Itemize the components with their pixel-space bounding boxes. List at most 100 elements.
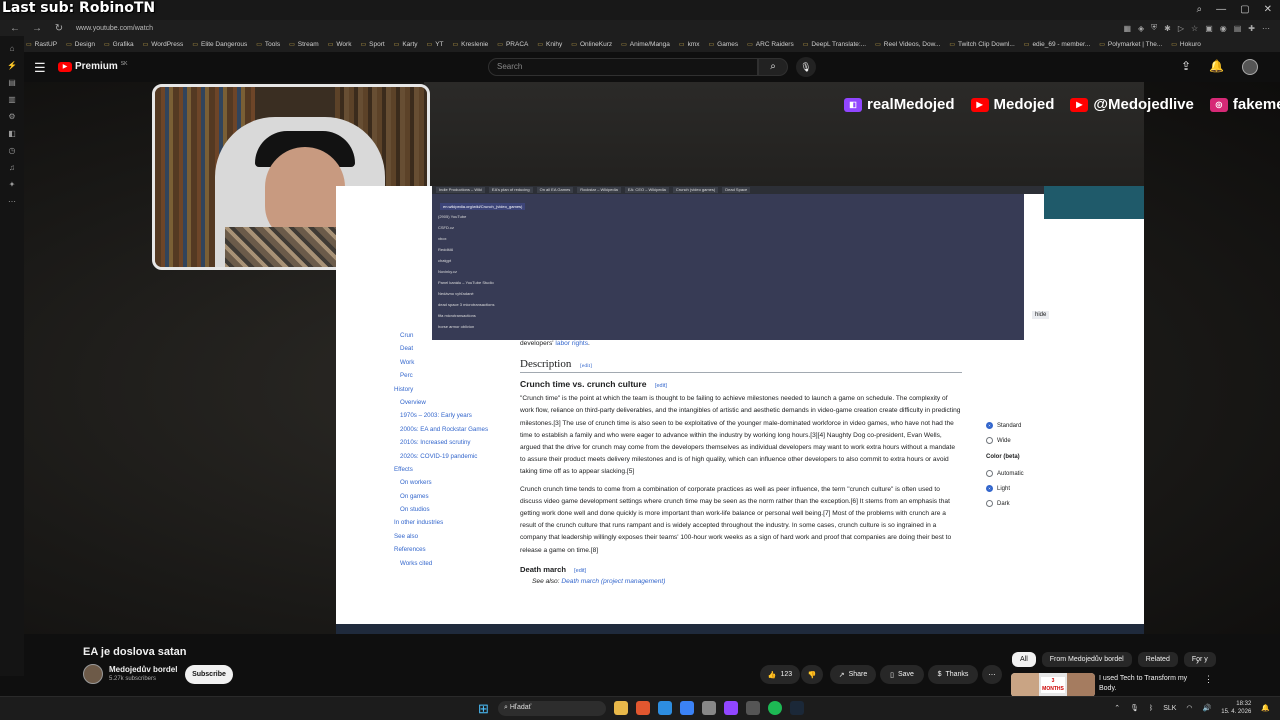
hamburger-menu-icon[interactable]: ☰ <box>34 60 46 76</box>
search-button[interactable]: ⌕ <box>758 58 788 76</box>
channel-avatar[interactable] <box>83 664 103 684</box>
toc-item[interactable]: 1970s – 2003: Early years <box>388 412 510 425</box>
shorts-icon[interactable]: ⚡ <box>0 61 24 70</box>
subscribe-button[interactable]: Subscribe <box>185 665 233 684</box>
extension-icon[interactable]: ✱ <box>1164 24 1171 33</box>
history-icon[interactable]: ◷ <box>0 146 24 155</box>
save-button[interactable]: ▯ Save <box>880 665 924 684</box>
width-standard-option[interactable]: Standard <box>986 418 1106 433</box>
toc-item[interactable]: Works cited <box>388 560 510 573</box>
recommended-menu-icon[interactable]: ⋮ <box>1204 674 1213 685</box>
bookmark-item[interactable]: Twitch Clip Downl... <box>949 41 1015 48</box>
toc-item[interactable]: References <box>388 546 510 559</box>
toc-item[interactable]: Deat <box>388 345 510 358</box>
app-icon[interactable] <box>680 701 694 715</box>
toc-item[interactable]: 2020s: COVID-19 pandemic <box>388 453 510 466</box>
clock[interactable]: 18:32 15. 4. 2026 <box>1221 700 1251 716</box>
toc-item[interactable]: Overview <box>388 399 510 412</box>
toc-item[interactable]: History <box>388 386 510 399</box>
thanks-button[interactable]: $ Thanks <box>928 665 978 684</box>
like-button[interactable]: 👍 123 <box>760 665 800 684</box>
mic-tray-icon[interactable]: 🎙 <box>1130 704 1139 712</box>
minimize-icon[interactable]: — <box>1216 4 1226 15</box>
extension-icon[interactable]: ▣ <box>1205 24 1213 33</box>
puzzle-icon[interactable]: ✚ <box>1248 24 1255 33</box>
filter-chip[interactable]: From Medojedův bordel <box>1041 652 1132 667</box>
color-light-option[interactable]: Light <box>986 481 1106 496</box>
bookmark-item[interactable]: Work <box>328 41 351 48</box>
more-icon[interactable]: ⋯ <box>0 197 24 206</box>
notifications-icon[interactable]: 🔔 <box>1209 59 1224 75</box>
bookmark-item[interactable]: Stream <box>289 41 319 48</box>
back-icon[interactable]: ← <box>8 23 22 34</box>
recommended-title[interactable]: I used Tech to Transform my Body. <box>1099 674 1194 694</box>
bookmark-item[interactable]: OnlineKurz <box>571 41 612 48</box>
edit-link[interactable]: [edit] <box>655 383 667 389</box>
search-tabs-icon[interactable]: ⌕ <box>1197 4 1203 15</box>
toc-item[interactable]: Effects <box>388 466 510 479</box>
steam-icon[interactable] <box>790 701 804 715</box>
twitch-app-icon[interactable] <box>724 701 738 715</box>
color-automatic-option[interactable]: Automatic <box>986 466 1106 481</box>
games-icon[interactable]: ✦ <box>0 180 24 189</box>
file-explorer-icon[interactable] <box>614 701 628 715</box>
labor-rights-link[interactable]: labor rights <box>555 340 588 347</box>
death-march-link[interactable]: Death march (project management) <box>561 578 665 585</box>
more-actions-button[interactable]: ⋯ <box>982 665 1002 684</box>
volume-icon[interactable]: 🔊 <box>1203 704 1212 712</box>
notification-bell-icon[interactable]: 🔔 <box>1261 704 1270 712</box>
forward-icon[interactable]: → <box>30 23 44 34</box>
toc-item[interactable]: 2000s: EA and Rockstar Games <box>388 426 510 439</box>
toc-item[interactable]: In other industries <box>388 519 510 532</box>
close-icon[interactable]: ✕ <box>1264 4 1272 15</box>
bookmark-item[interactable]: WordPress <box>143 41 183 48</box>
bookmark-item[interactable]: kmx <box>679 41 700 48</box>
bookmark-item[interactable]: Grafika <box>104 41 134 48</box>
bookmark-item[interactable]: Anime/Manga <box>621 41 670 48</box>
toc-item[interactable]: On workers <box>388 479 510 492</box>
windows-start-icon[interactable]: ⊞ <box>478 701 489 717</box>
bookmark-item[interactable]: Games <box>709 41 738 48</box>
extension-icon[interactable]: ◈ <box>1138 24 1144 33</box>
edit-link[interactable]: [edit] <box>580 363 592 369</box>
color-dark-option[interactable]: Dark <box>986 496 1106 511</box>
toc-item[interactable]: 2010s: Increased scrutiny <box>388 439 510 452</box>
home-icon[interactable]: ⌂ <box>0 44 24 53</box>
star-icon[interactable]: ☆ <box>1191 24 1198 33</box>
video-player[interactable]: ◧ realMedojed ▶ Medojed ▶ @Medojedlive ◎ fakeme… <box>24 82 1280 634</box>
toc-item[interactable]: Perc <box>388 372 510 385</box>
bookmark-item[interactable]: Tools <box>256 41 280 48</box>
search-input[interactable]: Search <box>488 58 758 76</box>
filter-chip[interactable]: All <box>1012 652 1036 667</box>
bookmark-item[interactable]: Reel Videos, Dow... <box>875 41 941 48</box>
bookmark-item[interactable]: edie_69 - member... <box>1024 41 1090 48</box>
bluetooth-icon[interactable]: ᛒ <box>1149 705 1153 712</box>
bookmark-item[interactable]: Knihy <box>537 41 562 48</box>
bookmark-item[interactable]: Kreslenie <box>453 41 488 48</box>
toc-item[interactable]: On studios <box>388 506 510 519</box>
width-wide-option[interactable]: Wide <box>986 433 1106 448</box>
shield-icon[interactable]: ⛨ <box>1151 23 1157 33</box>
reload-icon[interactable]: ↻ <box>52 23 66 34</box>
bookmark-item[interactable]: Sport <box>360 41 385 48</box>
bookmark-item[interactable]: DeepL Translate:... <box>803 41 866 48</box>
taskbar-search[interactable]: ⌕ Hľadať <box>498 701 606 716</box>
bookmark-item[interactable]: Karty <box>394 41 417 48</box>
hide-button[interactable]: hide <box>1032 311 1050 319</box>
url-bar[interactable]: www.youtube.com/watch <box>76 25 153 32</box>
settings-icon[interactable]: ⚙ <box>0 112 24 121</box>
toc-item[interactable]: Work <box>388 359 510 372</box>
language-indicator[interactable]: SLK <box>1163 705 1176 712</box>
bookmark-item[interactable]: Polymarket | The... <box>1099 41 1162 48</box>
dislike-button[interactable]: 👎 <box>801 665 823 684</box>
play-icon[interactable]: ▷ <box>1178 24 1184 33</box>
bookmark-item[interactable]: PRACA <box>497 41 528 48</box>
subscriptions-icon[interactable]: ▤ <box>0 78 24 87</box>
bookmark-item[interactable]: RastUP <box>26 41 57 48</box>
youtube-logo[interactable]: ▶ Premium SK <box>58 61 127 72</box>
upload-icon[interactable]: ⇪ <box>1181 59 1191 75</box>
spotify-icon[interactable] <box>768 701 782 715</box>
app-icon[interactable] <box>702 701 716 715</box>
bookmark-item[interactable]: Elite Dangerous <box>192 41 247 48</box>
extension-icon[interactable]: ▦ <box>1123 24 1131 33</box>
